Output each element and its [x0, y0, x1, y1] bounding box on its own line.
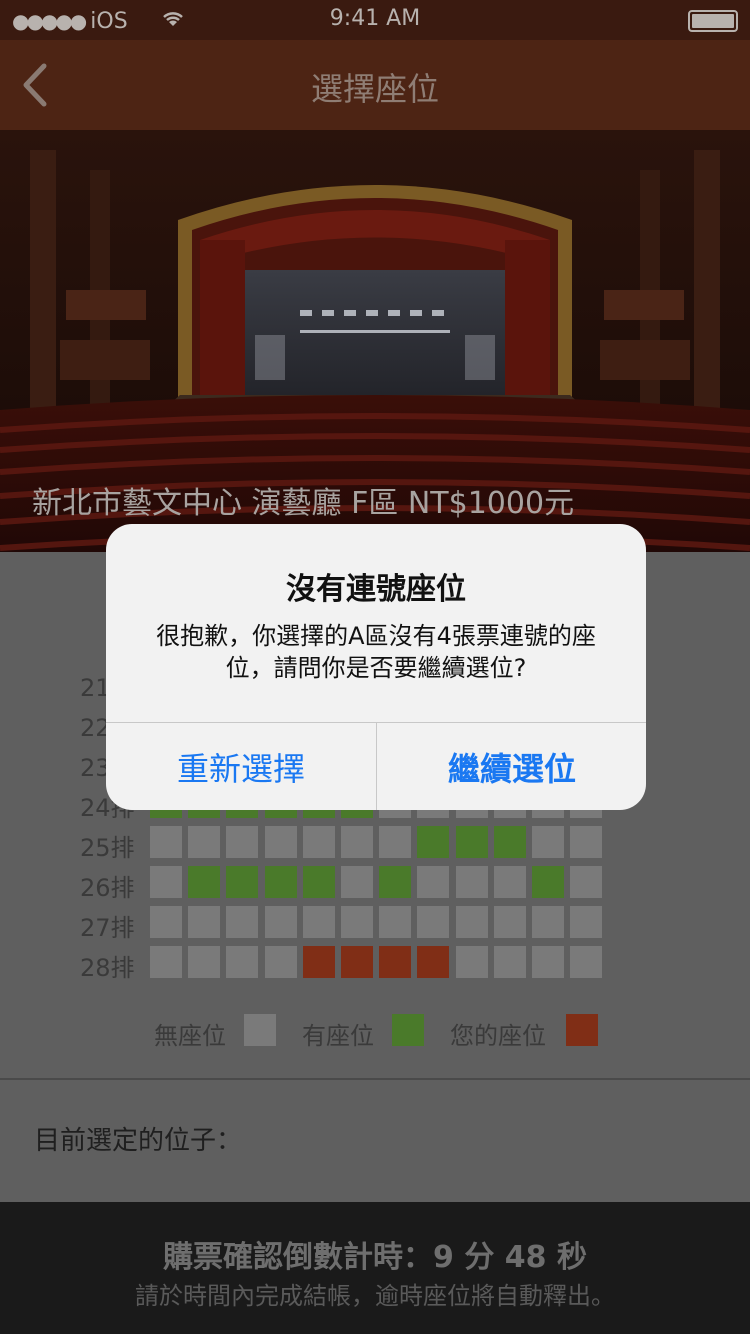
- row-label: 26排: [80, 874, 135, 902]
- venue-title: 新北市藝文中心 演藝廳 F區 NT$1000元: [32, 486, 575, 521]
- seat-none: [341, 826, 373, 858]
- seat-none: [150, 946, 182, 978]
- continue-button[interactable]: 繼續選位: [377, 723, 646, 810]
- seat-none: [226, 946, 258, 978]
- row-label: 25排: [80, 834, 135, 862]
- seat-none: [494, 906, 526, 938]
- seat-none: [150, 826, 182, 858]
- page-title: 選擇座位: [310, 70, 439, 108]
- seat-none: [188, 946, 220, 978]
- seat-yours[interactable]: [303, 946, 335, 978]
- battery-icon: [688, 10, 738, 32]
- seat-available[interactable]: [379, 866, 411, 898]
- seat-none: [188, 826, 220, 858]
- seat-none: [494, 866, 526, 898]
- seat-none: [379, 826, 411, 858]
- seat-none: [456, 946, 488, 978]
- seat-none: [417, 906, 449, 938]
- seat-none: [303, 906, 335, 938]
- selected-seats-panel: 目前選定的位子：: [0, 1080, 750, 1202]
- seat-available[interactable]: [456, 826, 488, 858]
- seat-none: [456, 866, 488, 898]
- seat-none: [532, 826, 564, 858]
- seat-available[interactable]: [494, 826, 526, 858]
- countdown-note: 請於時間內完成結帳，逾時座位將自動釋出。: [135, 1282, 615, 1310]
- seat-none: [532, 906, 564, 938]
- row-label: 27排: [80, 914, 135, 942]
- selected-seats-label: 目前選定的位子：: [34, 1126, 243, 1156]
- reselect-button[interactable]: 重新選擇: [106, 723, 376, 810]
- seat-yours[interactable]: [341, 946, 373, 978]
- seat-none: [188, 906, 220, 938]
- seat-none: [532, 946, 564, 978]
- legend-available-swatch: [392, 1014, 424, 1046]
- legend-yours-label: 您的座位: [450, 1022, 546, 1050]
- seat-none: [456, 906, 488, 938]
- seat-yours[interactable]: [417, 946, 449, 978]
- seat-yours[interactable]: [379, 946, 411, 978]
- seat-available[interactable]: [188, 866, 220, 898]
- seat-none: [150, 906, 182, 938]
- seat-none: [570, 906, 602, 938]
- seat-none: [265, 906, 297, 938]
- row-label: 28排: [80, 954, 135, 982]
- seat-available[interactable]: [532, 866, 564, 898]
- seat-none: [226, 906, 258, 938]
- status-time: 9:41 AM: [329, 6, 421, 31]
- seat-none: [265, 826, 297, 858]
- legend-available-label: 有座位: [302, 1022, 374, 1050]
- seat-none: [570, 866, 602, 898]
- seat-none: [265, 946, 297, 978]
- seat-none: [303, 826, 335, 858]
- legend-none-label: 無座位: [154, 1022, 226, 1050]
- seat-none: [341, 866, 373, 898]
- seat-none: [417, 866, 449, 898]
- seat-none: [494, 946, 526, 978]
- legend-yours-swatch: [566, 1014, 598, 1046]
- nav-bar: 選擇座位: [0, 40, 750, 130]
- venue-image: 新北市藝文中心 演藝廳 F區 NT$1000元: [0, 130, 750, 552]
- seat-none: [570, 946, 602, 978]
- countdown-timer: 購票確認倒數計時：9 分 48 秒: [163, 1240, 587, 1275]
- seat-none: [379, 906, 411, 938]
- alert-title: 沒有連號座位: [286, 572, 466, 607]
- seat-available[interactable]: [226, 866, 258, 898]
- seat-available[interactable]: [417, 826, 449, 858]
- seat-none: [226, 826, 258, 858]
- seat-available[interactable]: [303, 866, 335, 898]
- checkout-footer: 購票確認倒數計時：9 分 48 秒 請於時間內完成結帳，逾時座位將自動釋出。: [0, 1202, 750, 1334]
- alert-dialog: 沒有連號座位 很抱歉，你選擇的A區沒有4張票連號的座位，請問你是否要繼續選位? …: [106, 524, 646, 810]
- status-bar: ●●●●● iOS 9:41 AM: [0, 0, 750, 40]
- seat-none: [341, 906, 373, 938]
- alert-message: 很抱歉，你選擇的A區沒有4張票連號的座位，請問你是否要繼續選位?: [156, 622, 596, 682]
- seat-none: [570, 826, 602, 858]
- seat-none: [150, 866, 182, 898]
- legend-none-swatch: [244, 1014, 276, 1046]
- seat-available[interactable]: [265, 866, 297, 898]
